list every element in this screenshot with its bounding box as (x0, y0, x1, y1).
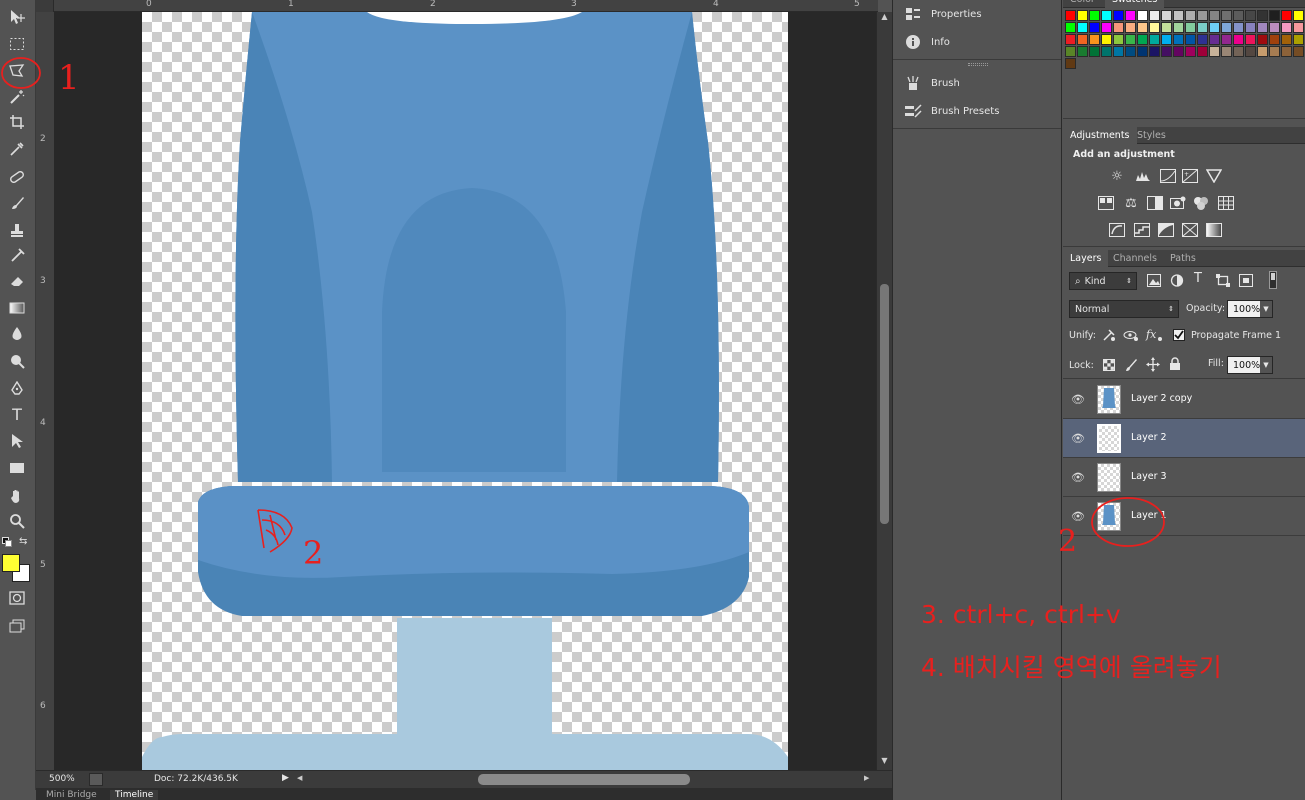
annotation-step-1: 1 (58, 58, 80, 98)
annotation-scribble (257, 509, 293, 553)
annotation-circle-layer (1091, 497, 1165, 547)
annotation-step-4: 4. 배치시킬 영역에 올려놓기 (921, 653, 1222, 682)
annotation-circle-tool (1, 57, 41, 89)
annotation-step-3: 3. ctrl+c, ctrl+v (921, 600, 1121, 629)
annotation-step-2: 2 (303, 534, 324, 572)
annotation-step-2-layer: 2 (1058, 524, 1078, 559)
